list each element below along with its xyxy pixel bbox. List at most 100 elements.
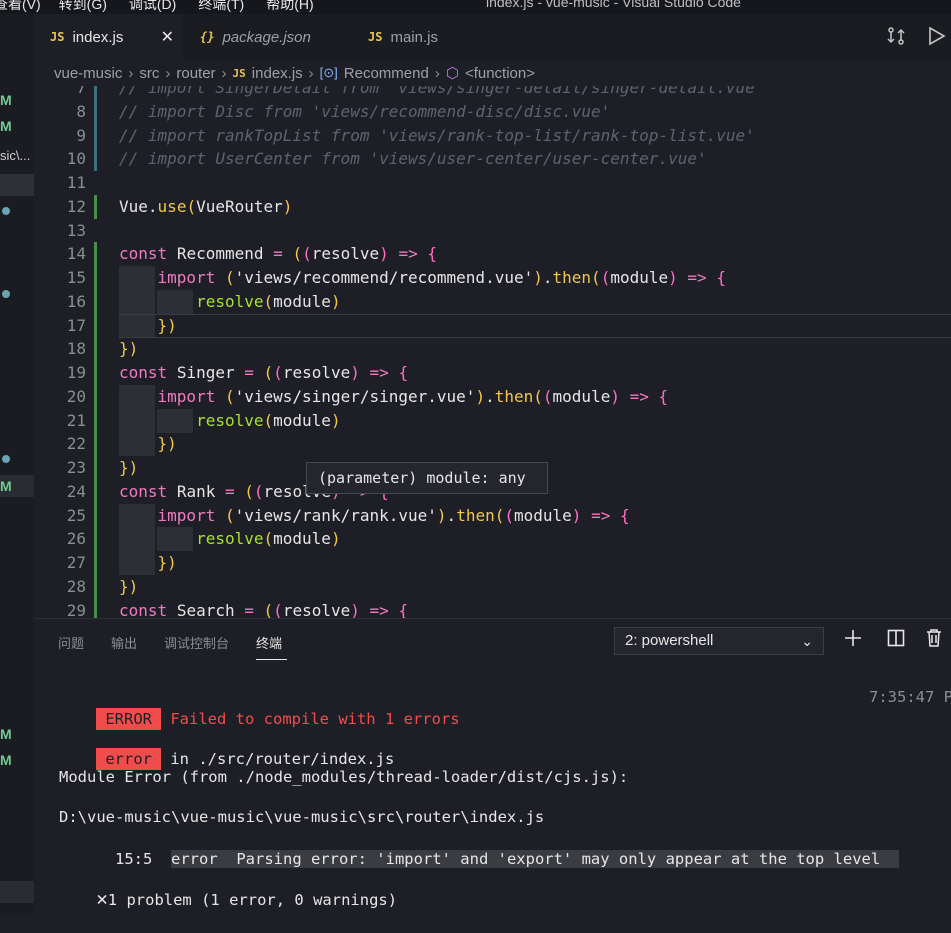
- line-number: 29: [66, 600, 86, 619]
- git-gutter-marker: [94, 337, 97, 362]
- code-line[interactable]: 10 // import UserCenter from 'views/user-…: [34, 147, 951, 172]
- chevron-right-icon: ›: [221, 64, 227, 82]
- code-line[interactable]: 16 resolve(module): [34, 289, 951, 314]
- terminal-line-in-file: error in ./src/router/index.js: [59, 726, 394, 770]
- git-modified-badge: M: [0, 752, 12, 768]
- code-text: const Singer = ((resolve) => {: [119, 363, 409, 382]
- code-line[interactable]: 13: [34, 219, 951, 243]
- code-text: }): [157, 434, 177, 454]
- line-number: 21: [66, 410, 86, 430]
- git-gutter-marker: [94, 598, 97, 618]
- code-line[interactable]: 27 }): [34, 551, 951, 575]
- line-number: 14: [66, 244, 86, 264]
- code-line[interactable]: 19 const Singer = ((resolve) => {: [34, 361, 951, 385]
- line-number: 23: [66, 458, 86, 477]
- menu-bar[interactable]: 查看(V) 转到(G) 调试(D) 终端(T) 帮助(H): [0, 0, 314, 14]
- code-line[interactable]: 18}): [34, 337, 951, 362]
- code-line[interactable]: 9 // import rankTopList from 'views/rank-…: [34, 123, 951, 148]
- code-line[interactable]: 8 // import Disc from 'views/recommend-di…: [34, 99, 951, 124]
- line-number: 9: [76, 125, 86, 145]
- error-path-text: D:\vue-music\vue-music\vue-music\src\rou…: [59, 808, 545, 826]
- chevron-right-icon: ›: [308, 64, 314, 82]
- terminal-select[interactable]: 2: powershell ⌄: [614, 627, 824, 655]
- code-line[interactable]: 14 const Recommend = ((resolve) => {: [34, 242, 951, 267]
- git-gutter-marker: [94, 479, 97, 504]
- menu-help[interactable]: 帮助(H): [266, 0, 313, 12]
- code-line[interactable]: 12 Vue.use(VueRouter): [34, 194, 951, 219]
- breadcrumb-item[interactable]: <function>: [465, 65, 535, 82]
- breadcrumb[interactable]: vue-music › src › router › JS index.js › [⊙] R…: [34, 60, 951, 86]
- code-text: resolve(module): [196, 529, 341, 549]
- trash-icon[interactable]: [926, 629, 942, 653]
- breadcrumb-item[interactable]: vue-music: [54, 65, 122, 82]
- add-terminal-icon[interactable]: [844, 629, 862, 653]
- git-gutter-marker: [94, 147, 97, 172]
- json-file-icon: {}: [200, 30, 215, 44]
- line-number: 28: [66, 576, 86, 596]
- split-terminal-icon[interactable]: [887, 629, 905, 653]
- code-line[interactable]: 28}): [34, 574, 951, 599]
- explorer-selected-row[interactable]: [0, 174, 34, 196]
- breadcrumb-item[interactable]: router: [176, 65, 215, 82]
- line-number: 25: [66, 505, 86, 525]
- code-line[interactable]: 22 }): [34, 432, 951, 457]
- git-gutter-marker: [94, 361, 97, 385]
- explorer-strip[interactable]: M M sic\... M M M: [0, 14, 34, 914]
- git-gutter-marker: [94, 551, 97, 575]
- menu-terminal[interactable]: 终端(T): [198, 0, 244, 12]
- menu-goto[interactable]: 转到(G): [59, 0, 107, 12]
- status-dot: [2, 455, 10, 463]
- code-line[interactable]: 26 resolve(module): [34, 527, 951, 552]
- status-dot: [2, 207, 10, 215]
- line-number: 20: [66, 386, 86, 406]
- line-number: 22: [66, 434, 86, 454]
- line-number: 24: [66, 481, 86, 501]
- code-text: }): [119, 458, 139, 477]
- explorer-selected-row[interactable]: [0, 881, 34, 903]
- git-gutter-marker: [94, 432, 97, 457]
- explorer-item-truncated[interactable]: sic\...: [0, 148, 30, 163]
- code-line[interactable]: 20 import ('views/singer/singer.vue').th…: [34, 384, 951, 409]
- terminal-select-value: 2: powershell: [625, 632, 714, 649]
- tab-problems[interactable]: 问题: [58, 633, 84, 652]
- hover-tooltip: (parameter) module: any: [306, 462, 548, 494]
- git-modified-badge: M: [0, 92, 12, 108]
- breadcrumb-item[interactable]: Recommend: [344, 65, 429, 82]
- line-number: 7: [76, 86, 86, 97]
- menu-view[interactable]: 查看(V): [0, 0, 41, 12]
- tab-terminal[interactable]: 终端: [256, 633, 282, 652]
- menu-debug[interactable]: 调试(D): [129, 0, 176, 12]
- code-line[interactable]: 25 import ('views/rank/rank.vue').then((…: [34, 503, 951, 528]
- tab-package-json[interactable]: {} package.json: [186, 14, 346, 60]
- code-line[interactable]: 29 const Search = ((resolve) => {: [34, 598, 951, 619]
- git-gutter-marker: [94, 384, 97, 409]
- tab-output[interactable]: 输出: [111, 633, 137, 652]
- bottom-panel: 问题 输出 调试控制台 终端 2: powershell ⌄ ERROR Fai…: [34, 618, 951, 915]
- tab-debug-console[interactable]: 调试控制台: [164, 633, 229, 652]
- run-icon[interactable]: [928, 26, 946, 51]
- line-number: 10: [66, 149, 86, 169]
- line-number: 15: [66, 268, 86, 287]
- git-gutter-marker: [94, 313, 97, 338]
- breadcrumb-item[interactable]: src: [139, 65, 159, 82]
- line-number: 27: [66, 553, 86, 572]
- tab-main-js[interactable]: JS main.js: [354, 14, 494, 60]
- code-line[interactable]: 11: [34, 171, 951, 195]
- code-text: import ('views/rank/rank.vue').then((mod…: [157, 505, 630, 525]
- code-editor[interactable]: 7 // import SingerDetail from 'views/sing…: [34, 86, 951, 618]
- tab-bar: JS index.js ✕ {} package.json JS main.js: [34, 14, 951, 60]
- code-line[interactable]: 17 }): [34, 313, 951, 338]
- code-text: // import UserCenter from 'views/user-ce…: [119, 149, 707, 169]
- terminal-line-problems: ✕1 problem (1 error, 0 warnings): [59, 866, 397, 910]
- git-gutter-marker: [94, 194, 97, 219]
- active-tab-indicator: [256, 659, 287, 660]
- code-line[interactable]: 15 import ('views/recommend/recommend.vu…: [34, 266, 951, 290]
- git-compare-icon[interactable]: [886, 26, 906, 51]
- tab-index-js[interactable]: JS index.js ✕: [34, 14, 182, 60]
- code-line[interactable]: 7 // import SingerDetail from 'views/sing…: [34, 86, 951, 100]
- git-modified-badge: M: [0, 118, 12, 134]
- js-file-icon: JS: [368, 30, 383, 44]
- breadcrumb-item[interactable]: index.js: [252, 65, 303, 82]
- close-icon[interactable]: ✕: [161, 27, 174, 47]
- code-line[interactable]: 21 resolve(module): [34, 408, 951, 433]
